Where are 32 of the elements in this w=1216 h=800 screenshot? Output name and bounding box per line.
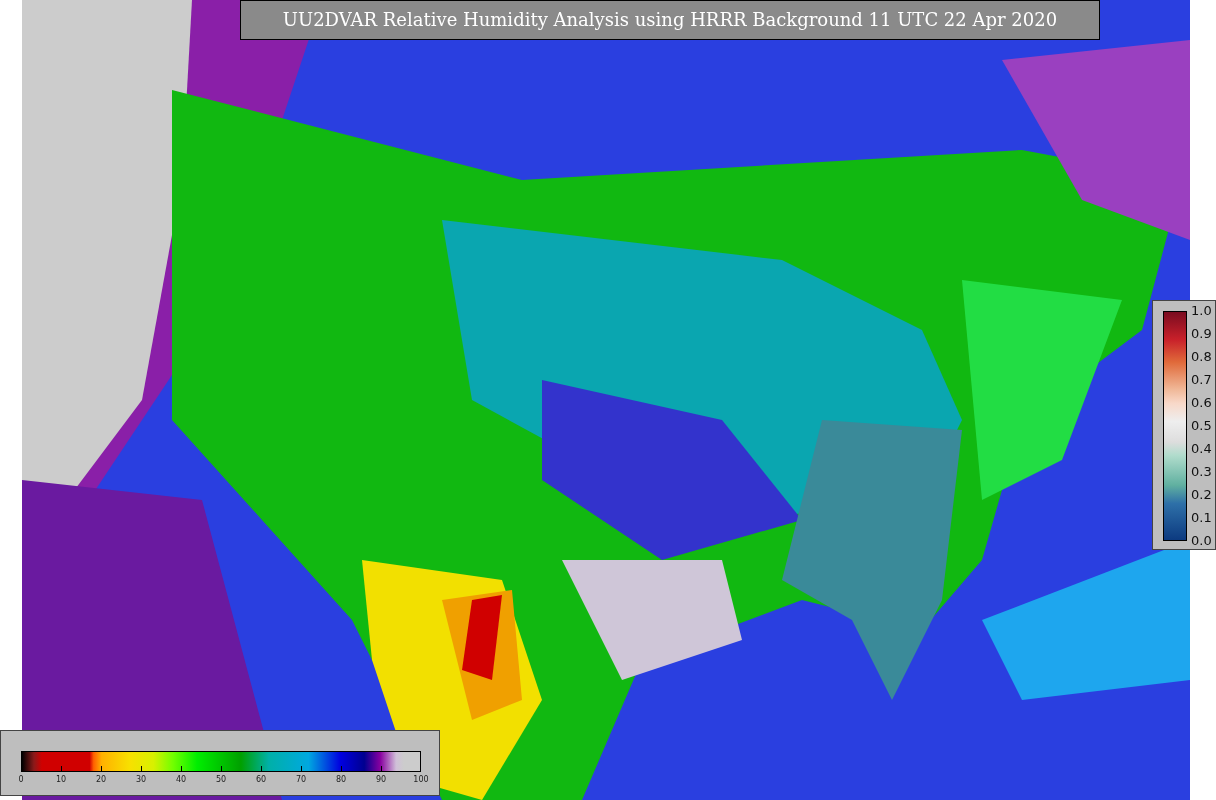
tick-label: 0.3	[1191, 464, 1212, 480]
tick-mark	[221, 766, 222, 772]
tick-label: 0.7	[1191, 372, 1212, 388]
tick-label: 60	[255, 775, 267, 784]
tick-label: 40	[175, 775, 187, 784]
tick-label: 100	[413, 775, 429, 784]
tick-label: 70	[295, 775, 307, 784]
tick-label: 0.8	[1191, 349, 1212, 365]
tick-mark	[261, 766, 262, 772]
map-title: UU2DVAR Relative Humidity Analysis using HRRR Background 11 UTC 22 Apr 2020	[240, 0, 1100, 40]
tick-label: 0.6	[1191, 395, 1212, 411]
tick-label: 0.5	[1191, 418, 1212, 434]
tick-label: 80	[335, 775, 347, 784]
tick-label: 20	[95, 775, 107, 784]
tick-mark	[301, 766, 302, 772]
tick-mark	[381, 766, 382, 772]
tick-mark	[141, 766, 142, 772]
tick-label: 0.9	[1191, 326, 1212, 342]
tick-label: 0.4	[1191, 441, 1212, 457]
tick-label: 50	[215, 775, 227, 784]
tick-label: 1.0	[1191, 303, 1212, 319]
tick-label: 0.0	[1191, 533, 1212, 549]
tick-mark	[181, 766, 182, 772]
tick-mark	[61, 766, 62, 772]
tick-label: 0	[18, 775, 24, 784]
tick-label: 0.1	[1191, 510, 1212, 526]
tick-label: 30	[135, 775, 147, 784]
tick-mark	[101, 766, 102, 772]
tick-label: 10	[55, 775, 67, 784]
tick-mark	[341, 766, 342, 772]
tick-label: 90	[375, 775, 387, 784]
tick-label: 0.2	[1191, 487, 1212, 503]
